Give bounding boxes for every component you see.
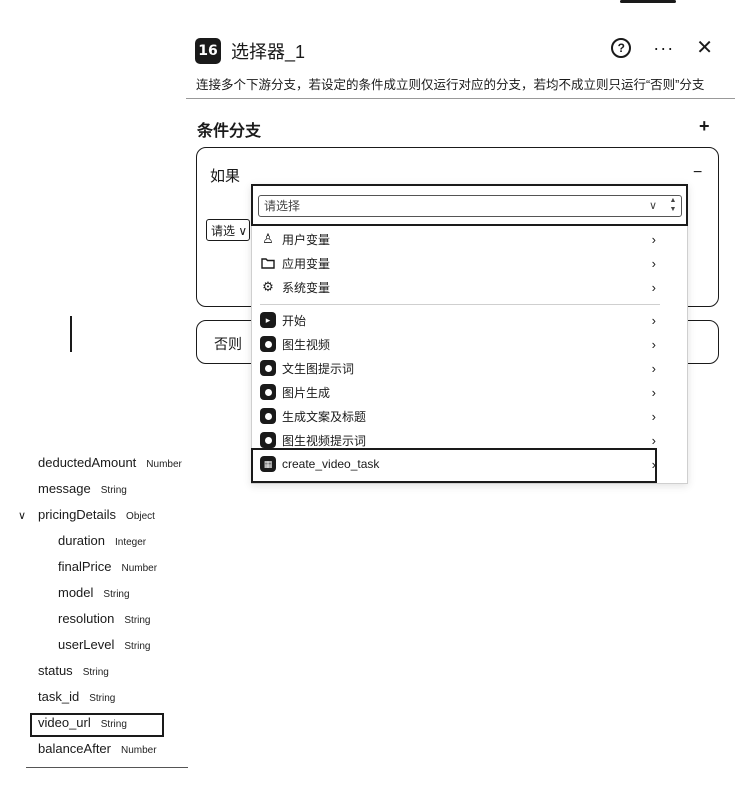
option-label: 图生视频 xyxy=(282,337,331,352)
chevron-right-icon: › xyxy=(651,432,656,448)
dropdown-option-system-vars[interactable]: ⚙ 系统变量 › xyxy=(260,276,660,298)
dropdown-option-start[interactable]: ▸ 开始 › xyxy=(260,309,660,331)
chevron-right-icon: › xyxy=(651,336,656,352)
expand-toggle-icon[interactable]: ∨ xyxy=(18,509,26,522)
chevron-right-icon: › xyxy=(651,255,656,271)
header-divider xyxy=(186,98,735,99)
tree-row[interactable]: model String xyxy=(58,585,130,605)
add-branch-button[interactable]: + xyxy=(699,116,710,137)
tree-divider xyxy=(26,767,188,768)
tree-row[interactable]: status String xyxy=(38,663,109,683)
chevron-right-icon: › xyxy=(651,279,656,295)
dropdown-option-img2video[interactable]: 图生视频 › xyxy=(260,333,660,355)
chevron-right-icon: › xyxy=(651,360,656,376)
folder-icon xyxy=(260,255,276,271)
panel-title[interactable]: 选择器_1 xyxy=(231,38,305,64)
variable-select-field[interactable]: 请选择 ∨ ▲ ▼ xyxy=(251,184,688,226)
node-icon xyxy=(260,384,276,400)
chevron-right-icon: › xyxy=(651,408,656,424)
tree-row[interactable]: message String xyxy=(38,481,127,501)
chevron-right-icon: › xyxy=(651,456,656,472)
close-icon[interactable]: ✕ xyxy=(696,38,713,58)
option-label: 开始 xyxy=(282,313,307,328)
node-icon xyxy=(260,408,276,424)
dropdown-option-create-video-task[interactable]: ▦ create_video_task › xyxy=(260,453,660,475)
option-label: 图片生成 xyxy=(282,385,331,400)
plugin-icon: ▦ xyxy=(260,456,276,472)
top-bar-fragment xyxy=(620,0,676,3)
collapse-branch-button[interactable]: − xyxy=(693,164,702,182)
selector-logo-icon: 16 xyxy=(195,38,221,64)
option-label: create_video_task xyxy=(282,457,380,471)
selector-node-panel: 16 选择器_1 ? ··· ✕ 连接多个下游分支，若设定的条件成立则仅运行对应… xyxy=(0,0,735,794)
section-title: 条件分支 xyxy=(197,123,262,140)
panel-description: 连接多个下游分支，若设定的条件成立则仅运行对应的分支，若均不成立则只运行“否则”… xyxy=(196,78,705,92)
gear-icon: ⚙ xyxy=(262,279,274,294)
chevron-right-icon: › xyxy=(651,231,656,247)
help-icon[interactable]: ? xyxy=(611,38,632,58)
else-branch-label: 否则 xyxy=(214,336,242,352)
node-icon xyxy=(260,360,276,376)
option-label: 应用变量 xyxy=(282,256,331,271)
more-options-icon[interactable]: ··· xyxy=(653,38,674,58)
node-icon xyxy=(260,432,276,448)
option-label: 文生图提示词 xyxy=(282,361,355,376)
tree-row[interactable]: deductedAmount Number xyxy=(38,455,182,475)
option-label: 系统变量 xyxy=(282,280,331,295)
condition-operator-select[interactable]: 请选 ∨ xyxy=(206,219,250,241)
chevron-right-icon: › xyxy=(651,312,656,328)
dropdown-divider xyxy=(260,304,660,305)
user-icon: ♙ xyxy=(262,231,274,246)
tree-row[interactable]: duration Integer xyxy=(58,533,146,553)
chevron-right-icon: › xyxy=(651,384,656,400)
start-node-icon: ▸ xyxy=(260,312,276,328)
option-label: 用户变量 xyxy=(282,232,331,247)
panel-header: 16 选择器_1 ? ··· ✕ xyxy=(195,36,725,66)
dropdown-option-txt2img-prompt[interactable]: 文生图提示词 › xyxy=(260,357,660,379)
tree-row-selected[interactable]: video_url String xyxy=(38,715,127,735)
variable-select-input[interactable]: 请选择 ∨ ▲ ▼ xyxy=(258,195,682,217)
canvas-divider xyxy=(70,316,72,352)
tree-row[interactable]: balanceAfter Number xyxy=(38,741,157,761)
option-label: 图生视频提示词 xyxy=(282,433,367,448)
dropdown-option-user-vars[interactable]: ♙ 用户变量 › xyxy=(260,228,660,250)
stepper-icon[interactable]: ▲ ▼ xyxy=(668,196,678,214)
tree-row[interactable]: task_id String xyxy=(38,689,115,709)
option-label: 生成文案及标题 xyxy=(282,409,367,424)
tree-row[interactable]: resolution String xyxy=(58,611,151,631)
select-placeholder: 请选择 xyxy=(264,199,301,213)
node-icon xyxy=(260,336,276,352)
dropdown-option-image-gen[interactable]: 图片生成 › xyxy=(260,381,660,403)
header-actions: ? ··· ✕ xyxy=(611,38,713,58)
tree-row[interactable]: userLevel String xyxy=(58,637,151,657)
dropdown-option-app-vars[interactable]: 应用变量 › xyxy=(260,252,660,274)
if-branch-label: 如果 xyxy=(210,168,241,185)
chevron-down-icon[interactable]: ∨ xyxy=(649,196,657,216)
dropdown-option-copy-title[interactable]: 生成文案及标题 › xyxy=(260,405,660,427)
tree-row[interactable]: finalPrice Number xyxy=(58,559,157,579)
tree-row[interactable]: pricingDetails Object xyxy=(38,507,155,527)
